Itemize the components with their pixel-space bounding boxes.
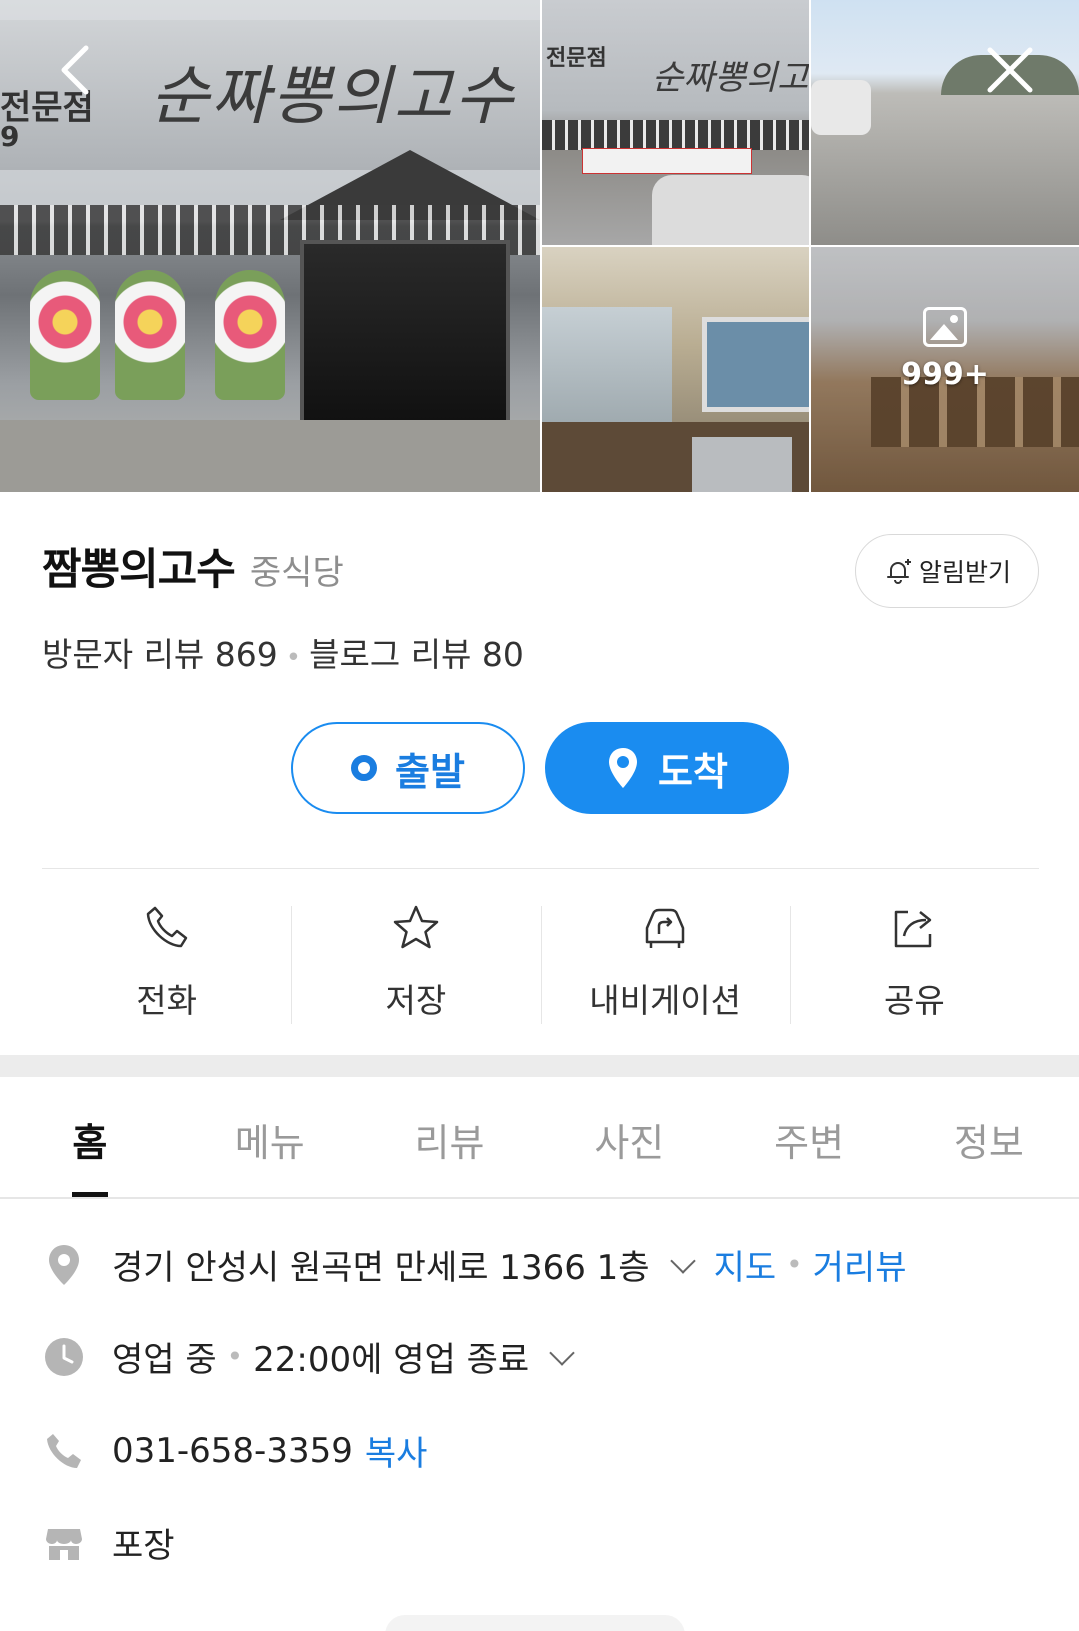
photo-thumb-1[interactable]: 전문점 순짜뽕의고수: [542, 0, 809, 245]
place-name: 짬뽕의고수: [42, 545, 236, 595]
photo-doorway: [300, 240, 510, 425]
closing-time[interactable]: 22:00에 영업 종료: [253, 1332, 529, 1381]
image-icon: [923, 307, 967, 347]
place-title-row: 짬뽕의고수 중식당: [42, 535, 344, 597]
tab-reviews[interactable]: 리뷰: [360, 1077, 540, 1197]
hours-row: 영업 중 • 22:00에 영업 종료: [42, 1332, 1039, 1381]
photo-sign-text: 순짜뽕의고수: [150, 60, 516, 134]
copy-phone-link[interactable]: 복사: [365, 1426, 428, 1475]
blog-reviews-link[interactable]: 블로그 리뷰 80: [309, 635, 524, 674]
section-separator-band: [0, 1055, 1079, 1077]
call-label: 전화: [136, 981, 197, 1020]
share-button[interactable]: 공유: [789, 900, 1039, 1025]
takeout-row: 포장: [42, 1518, 1039, 1567]
alert-button[interactable]: 알림받기: [855, 534, 1039, 608]
star-icon: [393, 905, 439, 949]
car-navigation-icon: [645, 908, 685, 948]
share-icon: [895, 910, 932, 948]
address-row: 경기 안성시 원곡면 만세로 1366 1층 지도 • 거리뷰: [42, 1240, 1039, 1289]
arrive-button-label: 도착: [658, 749, 728, 794]
arrive-button[interactable]: 도착: [545, 722, 789, 814]
link-separator: •: [786, 1248, 803, 1281]
photo-count-number: 999+: [901, 357, 989, 392]
tab-photos[interactable]: 사진: [539, 1077, 719, 1197]
photo-thumb-more[interactable]: 999+: [811, 247, 1079, 492]
map-pin-icon: [609, 748, 638, 788]
photo-car: [652, 175, 809, 245]
photo-thumb-3[interactable]: [542, 247, 809, 492]
photo-banner: [582, 148, 752, 174]
location-pin-icon: [42, 1243, 86, 1287]
tab-home[interactable]: 홈: [0, 1077, 180, 1197]
photo-gallery[interactable]: 전문점 9 순짜뽕의고수 전문점 순짜뽕의고수 999+: [0, 0, 1079, 492]
photo-roof: [542, 120, 809, 150]
tab-menu[interactable]: 메뉴: [180, 1077, 360, 1197]
bottom-floating-button[interactable]: [385, 1615, 685, 1631]
call-button[interactable]: 전화: [42, 900, 291, 1025]
save-button[interactable]: 저장: [291, 900, 540, 1025]
takeout-text: 포장: [112, 1526, 175, 1566]
section-divider: [42, 868, 1039, 869]
map-link[interactable]: 지도: [714, 1240, 777, 1289]
photo-ground: [0, 420, 540, 492]
origin-dot-icon: [351, 755, 378, 781]
phone-number[interactable]: 031-658-3359: [112, 1431, 353, 1471]
alert-button-label: 알림받기: [918, 558, 1011, 587]
photo-thumb-2[interactable]: [811, 0, 1079, 245]
address-text[interactable]: 경기 안성시 원곡면 만세로 1366 1층: [112, 1240, 650, 1289]
open-status: 영업 중: [112, 1340, 217, 1380]
photo-kitchen: [542, 307, 672, 427]
tab-nearby[interactable]: 주변: [719, 1077, 899, 1197]
photo-flower-wreath: [215, 270, 285, 400]
phone-icon: [42, 1429, 86, 1473]
review-separator: •: [285, 643, 302, 673]
photo-sign-left-number: 9: [0, 120, 20, 153]
chevron-down-icon[interactable]: [669, 1247, 696, 1274]
photo-flower-wreath: [30, 270, 100, 400]
streetview-link[interactable]: 거리뷰: [813, 1240, 907, 1289]
bell-plus-icon: [886, 559, 911, 584]
phone-row: 031-658-3359 복사: [42, 1426, 1039, 1475]
photo-flower-wreath: [115, 270, 185, 400]
clock-icon: [42, 1335, 86, 1379]
share-label: 공유: [884, 981, 945, 1020]
place-category: 중식당: [249, 553, 344, 593]
photo-car: [811, 80, 871, 135]
review-summary: 방문자 리뷰 869 • 블로그 리뷰 80: [42, 628, 524, 676]
chevron-down-icon[interactable]: [549, 1339, 575, 1366]
chevron-left-icon: [61, 45, 89, 95]
navigation-label: 내비게이션: [589, 981, 742, 1020]
close-button[interactable]: [980, 40, 1040, 100]
back-button[interactable]: [50, 40, 110, 100]
save-label: 저장: [385, 981, 447, 1020]
tab-info[interactable]: 정보: [899, 1077, 1079, 1197]
tab-bar: 홈 메뉴 리뷰 사진 주변 정보: [0, 1077, 1079, 1199]
depart-button-label: 출발: [395, 749, 465, 794]
depart-button[interactable]: 출발: [291, 722, 525, 814]
photo-sign-text: 순짜뽕의고수: [652, 58, 809, 98]
hours-separator: •: [226, 1340, 244, 1373]
store-icon: [42, 1521, 86, 1565]
visitor-reviews-link[interactable]: 방문자 리뷰 869: [42, 635, 278, 674]
action-bar: 전화 저장 내비게이션 공유: [42, 900, 1039, 1025]
photo-count: 999+: [811, 307, 1079, 392]
photo-fridge: [692, 437, 792, 492]
photo-window: [702, 317, 809, 412]
navigation-button[interactable]: 내비게이션: [540, 900, 790, 1025]
close-icon: [987, 47, 1033, 93]
photo-sign-left: 전문점: [546, 46, 607, 71]
phone-icon: [146, 906, 187, 948]
